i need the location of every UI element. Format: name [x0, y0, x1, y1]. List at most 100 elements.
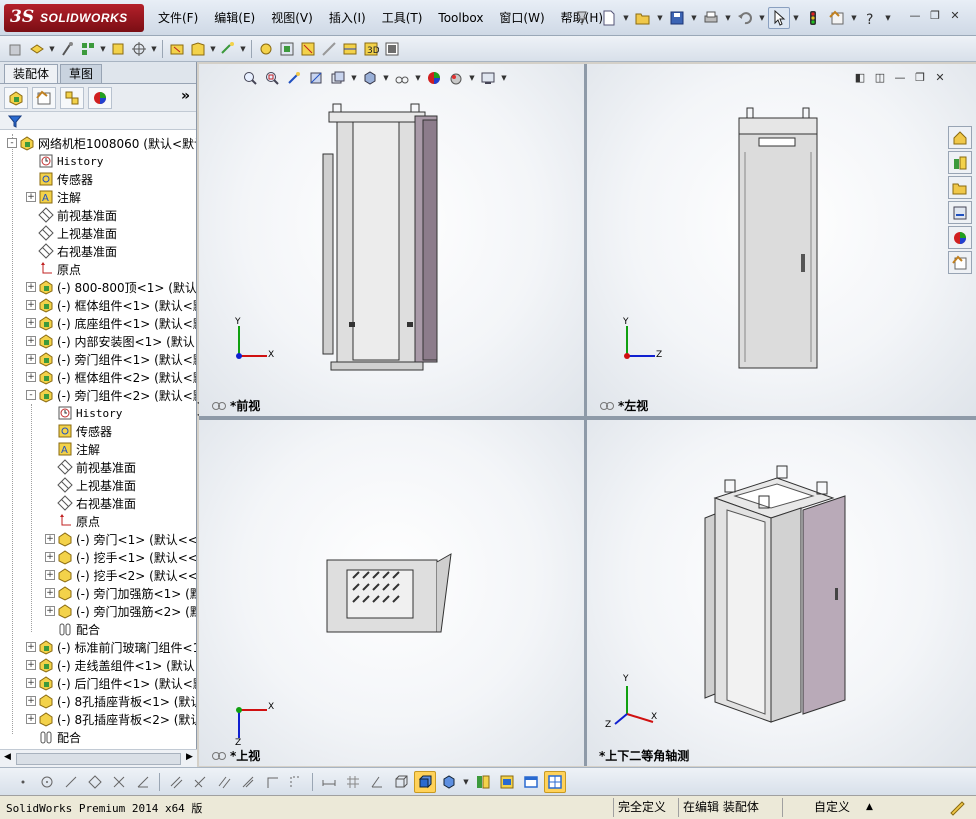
properties-dropdown-icon[interactable]: ▼	[850, 14, 858, 22]
tree-item[interactable]: + A 注解	[0, 188, 196, 206]
tree-item[interactable]: + (-) 挖手<2> (默认<<默认	[0, 566, 196, 584]
tree-item[interactable]: + (-) 内部安装图<1> (默认<默	[0, 332, 196, 350]
pattern-dropdown-icon[interactable]: ▼	[99, 45, 107, 53]
four-view-icon[interactable]	[544, 770, 566, 793]
rebuild-traffic-light-icon[interactable]	[802, 7, 824, 29]
corner-icon[interactable]	[261, 771, 283, 793]
hide-show-dropdown-icon[interactable]: ▼	[414, 74, 422, 82]
tree-item[interactable]: + (-) 8孔插座背板<1> (默认<	[0, 692, 196, 710]
select-dropdown-icon[interactable]: ▼	[792, 14, 800, 22]
tree-item[interactable]: 右视基准面	[0, 242, 196, 260]
clearance-verification-icon[interactable]	[319, 39, 339, 59]
expand-icon[interactable]: +	[26, 282, 36, 292]
tree-item[interactable]: + (-) 8孔插座背板<2> (默认<	[0, 710, 196, 728]
expand-icon[interactable]: +	[45, 552, 55, 562]
link-views-icon[interactable]	[211, 401, 227, 411]
view-settings-dropdown-icon[interactable]: ▼	[500, 74, 508, 82]
linear-pattern-icon[interactable]	[78, 39, 98, 59]
perpendicular-icon[interactable]	[237, 771, 259, 793]
tree-item[interactable]: History	[0, 152, 196, 170]
display-style-icon[interactable]	[360, 68, 380, 88]
minimize-icon[interactable]: —	[906, 7, 924, 23]
tree-item[interactable]: History	[0, 404, 196, 422]
pin-icon[interactable]	[574, 10, 590, 26]
tree-item[interactable]: + (-) 走线盖组件<1> (默认<默	[0, 656, 196, 674]
expand-icon[interactable]: +	[45, 606, 55, 616]
previous-view-icon[interactable]	[284, 68, 304, 88]
insert-components-icon[interactable]	[6, 39, 26, 59]
hide-show-items-icon[interactable]	[392, 68, 412, 88]
sketch-angle-icon[interactable]	[366, 771, 388, 793]
move-dropdown-icon[interactable]: ▼	[150, 45, 158, 53]
exploded-view-icon[interactable]	[277, 39, 297, 59]
expand-icon[interactable]: +	[26, 642, 36, 652]
print-icon[interactable]	[700, 7, 722, 29]
line-icon[interactable]	[60, 771, 82, 793]
status-units[interactable]: 自定义	[810, 798, 864, 817]
open-dropdown-icon[interactable]: ▼	[656, 14, 664, 22]
expand-icon[interactable]: +	[26, 354, 36, 364]
tree-item[interactable]: - 网络机柜1008060 (默认<默认_显	[0, 134, 196, 152]
display-style-dropdown-icon[interactable]: ▼	[382, 74, 390, 82]
tree-item[interactable]: 原点	[0, 260, 196, 278]
single-view-icon[interactable]	[520, 771, 542, 793]
large-assembly-icon[interactable]	[382, 39, 402, 59]
expand-icon[interactable]: +	[26, 300, 36, 310]
tree-item[interactable]: 上视基准面	[0, 476, 196, 494]
expand-icon[interactable]: +	[26, 336, 36, 346]
expand-icon[interactable]: +	[26, 714, 36, 724]
expand-icon[interactable]: +	[45, 534, 55, 544]
dimension-icon[interactable]	[318, 771, 340, 793]
angle-icon[interactable]	[132, 771, 154, 793]
tree-item[interactable]: 前视基准面	[0, 206, 196, 224]
menu-toolbox[interactable]: Toolbox	[430, 0, 491, 36]
view-palette-icon[interactable]	[948, 201, 972, 224]
scroll-thumb[interactable]	[16, 753, 181, 765]
grid-icon[interactable]	[342, 771, 364, 793]
tree-item[interactable]: 配合	[0, 728, 196, 746]
save-dropdown-icon[interactable]: ▼	[690, 14, 698, 22]
rotate-dropdown-icon[interactable]: ▼	[462, 778, 470, 786]
menu-edit[interactable]: 编辑(E)	[206, 0, 263, 36]
expand-icon[interactable]: +	[26, 192, 36, 202]
undo-icon[interactable]	[734, 7, 756, 29]
help-question-icon[interactable]: ?	[860, 7, 882, 29]
hole-alignment-icon[interactable]	[340, 39, 360, 59]
box-3d-icon[interactable]	[390, 771, 412, 793]
scene-dropdown-icon[interactable]: ▼	[468, 74, 476, 82]
shaded-cube-icon[interactable]	[414, 770, 436, 793]
zoom-to-fit-icon[interactable]	[240, 68, 260, 88]
tree-item[interactable]: 前视基准面	[0, 458, 196, 476]
new-part-dropdown-icon[interactable]: ▼	[48, 45, 56, 53]
tree-item[interactable]: + (-) 旁门组件<1> (默认<默认	[0, 350, 196, 368]
show-hidden-icon[interactable]	[167, 39, 187, 59]
expand-icon[interactable]: +	[26, 318, 36, 328]
appearances-icon[interactable]	[948, 226, 972, 249]
expand-icon[interactable]: +	[26, 678, 36, 688]
viewport-close-icon[interactable]: ✕	[932, 70, 948, 84]
file-properties-icon[interactable]	[826, 7, 848, 29]
trim-icon[interactable]	[108, 771, 130, 793]
rebuild-status-icon[interactable]	[948, 799, 966, 817]
tree-item[interactable]: - (-) 旁门组件<2> (默认<默认	[0, 386, 196, 404]
smart-fasteners-icon[interactable]	[108, 39, 128, 59]
tabular-icon[interactable]	[496, 771, 518, 793]
menu-view[interactable]: 视图(V)	[263, 0, 321, 36]
zoom-to-area-icon[interactable]	[262, 68, 282, 88]
mirror-icon[interactable]	[189, 771, 211, 793]
display-manager-icon[interactable]	[88, 86, 112, 109]
expand-icon[interactable]: +	[45, 588, 55, 598]
assembly-features-icon[interactable]	[188, 39, 208, 59]
features-dropdown-icon[interactable]: ▼	[209, 45, 217, 53]
construction-icon[interactable]	[285, 771, 307, 793]
tree-item[interactable]: + (-) 框体组件<2> (默认<默认	[0, 368, 196, 386]
design-library-icon[interactable]	[948, 151, 972, 174]
select-arrow-icon[interactable]	[768, 7, 790, 29]
task-pane-home-icon[interactable]	[948, 126, 972, 149]
tree-item[interactable]: 右视基准面	[0, 494, 196, 512]
tree-item[interactable]: + (-) 后门组件<1> (默认<默认	[0, 674, 196, 692]
collapse-icon[interactable]: -	[7, 138, 17, 148]
tree-item[interactable]: + (-) 底座组件<1> (默认<默认	[0, 314, 196, 332]
offset-icon[interactable]	[165, 771, 187, 793]
configuration-manager-icon[interactable]	[60, 86, 84, 109]
